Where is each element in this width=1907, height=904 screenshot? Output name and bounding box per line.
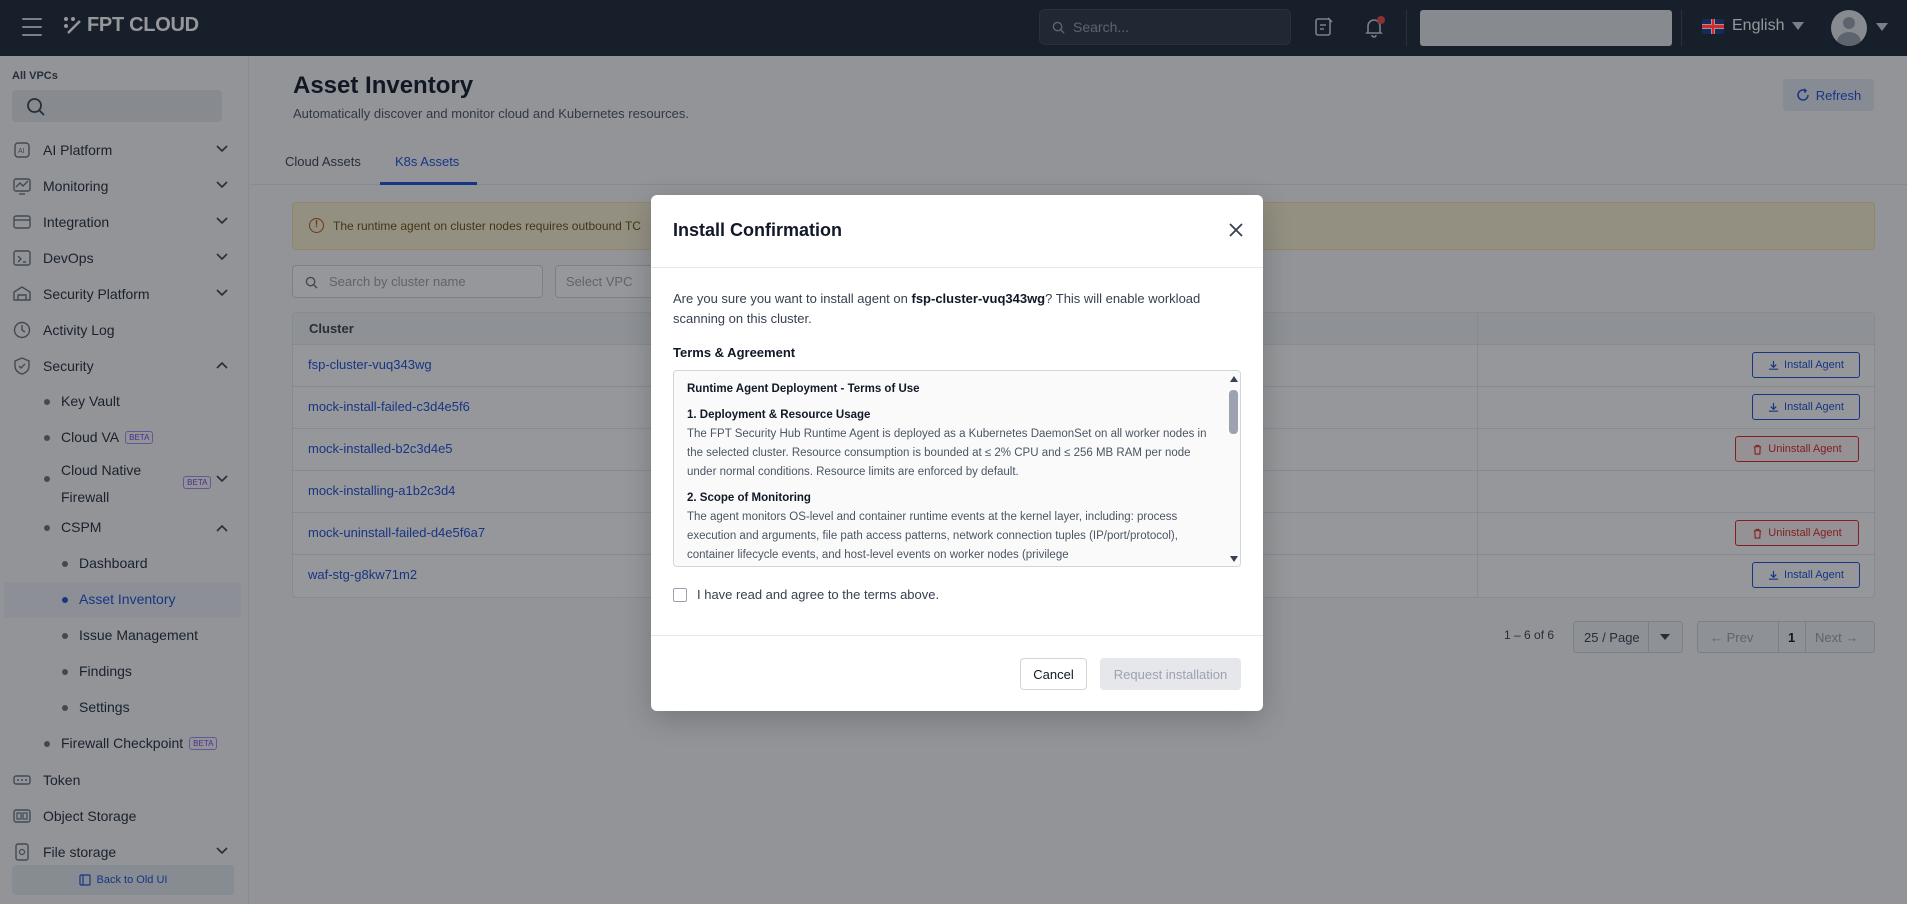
confirmation-question: Are you sure you want to install agent o… <box>673 289 1233 329</box>
dialog-divider <box>651 635 1263 636</box>
section-body: The FPT Security Hub Runtime Agent is de… <box>687 428 1207 478</box>
cluster-name: fsp-cluster-vuq343wg <box>911 291 1046 306</box>
agree-terms-checkbox[interactable]: I have read and agree to the terms above… <box>673 587 939 602</box>
checkbox[interactable] <box>673 587 687 602</box>
agree-label: I have read and agree to the terms above… <box>697 587 940 602</box>
section-title: 1. Deployment & Resource Usage <box>687 409 871 421</box>
scrollbar[interactable] <box>1227 371 1240 566</box>
dialog-divider <box>651 267 1263 268</box>
question-text: Are you sure you want to install agent o… <box>673 291 912 306</box>
scroll-down-icon[interactable] <box>1230 556 1238 562</box>
terms-title: Runtime Agent Deployment - Terms of Use <box>687 383 920 395</box>
section-title: 2. Scope of Monitoring <box>687 492 811 504</box>
terms-heading: Terms & Agreement <box>673 345 796 360</box>
close-icon[interactable] <box>1228 222 1244 238</box>
scroll-up-icon[interactable] <box>1230 376 1238 382</box>
section-body: The agent monitors OS-level and containe… <box>687 511 1178 561</box>
request-installation-button[interactable]: Request installation <box>1100 658 1241 690</box>
terms-scroll-box[interactable]: Runtime Agent Deployment - Terms of Use … <box>673 370 1241 567</box>
scroll-thumb[interactable] <box>1229 390 1238 434</box>
cancel-button[interactable]: Cancel <box>1020 658 1087 690</box>
install-confirmation-dialog: Install Confirmation Are you sure you wa… <box>651 195 1263 711</box>
dialog-title: Install Confirmation <box>673 220 843 240</box>
